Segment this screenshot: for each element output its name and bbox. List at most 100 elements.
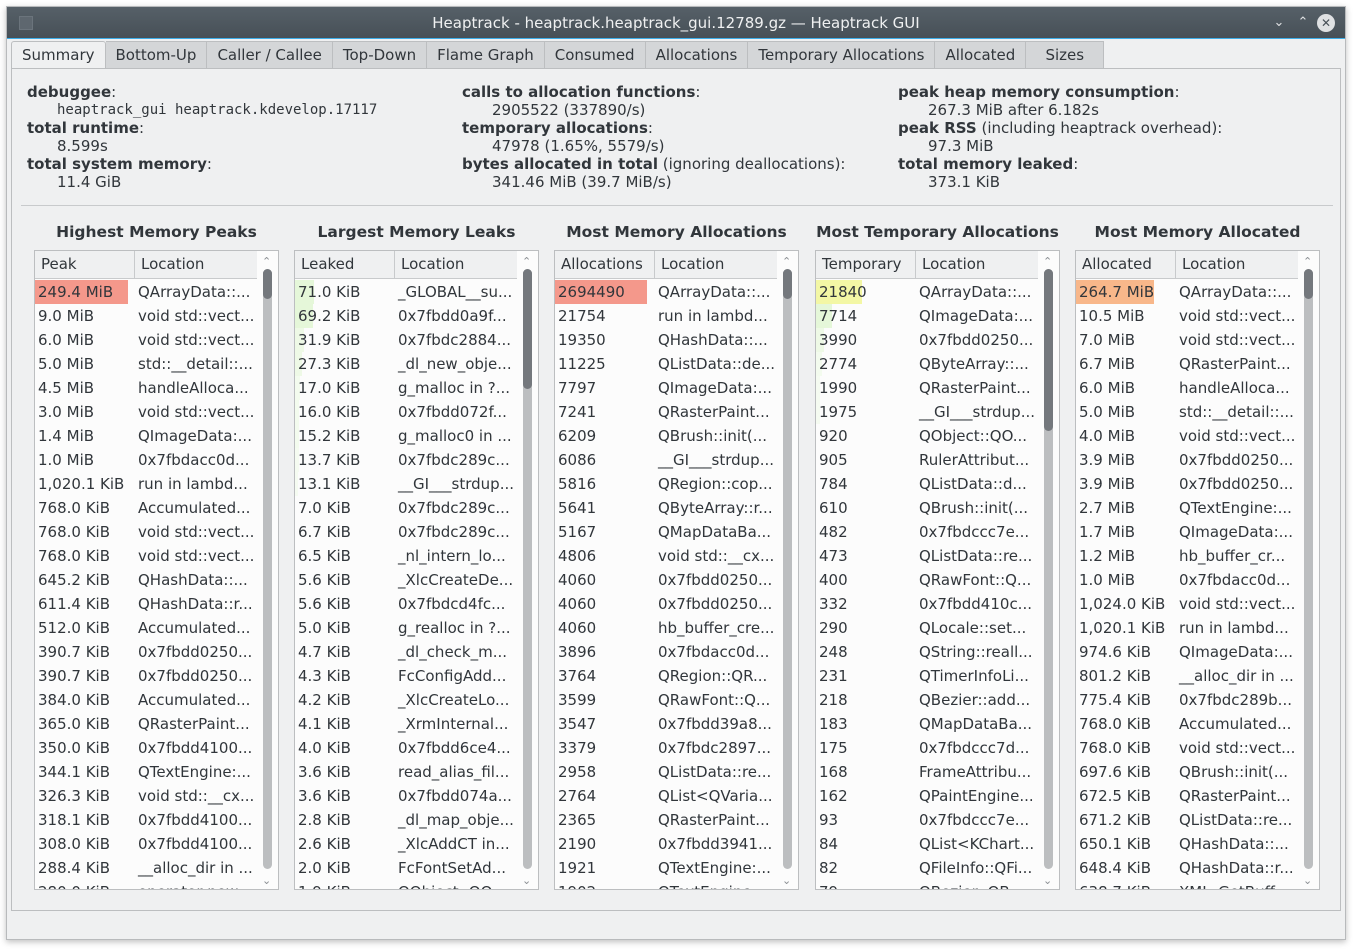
vertical-scrollbar[interactable]: ⌃ ⌄ [517, 251, 538, 889]
table-row[interactable]: 10.5 MiB void std::vect... [1076, 304, 1299, 328]
table-row[interactable]: 290 QLocale::set... [816, 616, 1039, 640]
column-header-value[interactable]: Temporary [816, 251, 916, 279]
column-header-value[interactable]: Allocations [555, 251, 655, 279]
table-row[interactable]: 82 QFileInfo::QFi... [816, 856, 1039, 880]
table-row[interactable]: 326.3 KiB void std::__cx... [35, 784, 258, 808]
table-row[interactable]: 611.4 KiB QHashData::r... [35, 592, 258, 616]
table-row[interactable]: 5.0 KiB g_realloc in ?... [295, 616, 518, 640]
table-row[interactable]: 231 QTimerInfoLi... [816, 664, 1039, 688]
table-row[interactable]: 4.0 MiB void std::vect... [1076, 424, 1299, 448]
table-row[interactable]: 21840 QArrayData::... [816, 280, 1039, 304]
table-row[interactable]: 9.0 MiB void std::vect... [35, 304, 258, 328]
table-row[interactable]: 84 QList<KChart... [816, 832, 1039, 856]
table-row[interactable]: 288.4 KiB __alloc_dir in ... [35, 856, 258, 880]
table-row[interactable]: 784 QListData::d... [816, 472, 1039, 496]
table-row[interactable]: 7.0 MiB void std::vect... [1076, 328, 1299, 352]
table-row[interactable]: 2.0 KiB FcFontSetAd... [295, 856, 518, 880]
vertical-scrollbar[interactable]: ⌃ ⌄ [1298, 251, 1319, 889]
table-row[interactable]: 365.0 KiB QRasterPaint... [35, 712, 258, 736]
table-row[interactable]: 7.0 KiB 0x7fbdc289c... [295, 496, 518, 520]
table-row[interactable]: 672.5 KiB QRasterPaint... [1076, 784, 1299, 808]
table-row[interactable]: 5.0 MiB std::__detail::... [1076, 400, 1299, 424]
table-view-leaks[interactable]: Leaked Location 71.0 KiB _GLOBAL__su... 69.2… [294, 250, 539, 890]
tab-consumed[interactable]: Consumed [544, 41, 646, 69]
minimize-icon[interactable]: ⌄ [1269, 13, 1289, 33]
table-row[interactable]: 768.0 KiB void std::vect... [35, 520, 258, 544]
table-row[interactable]: 2774 QByteArray::... [816, 352, 1039, 376]
table-row[interactable]: 974.6 KiB QImageData:... [1076, 640, 1299, 664]
vertical-scrollbar[interactable]: ⌃ ⌄ [777, 251, 798, 889]
scroll-up-icon[interactable]: ⌃ [1303, 255, 1312, 268]
table-row[interactable]: 801.2 KiB __alloc_dir in ... [1076, 664, 1299, 688]
title-bar[interactable]: Heaptrack - heaptrack.heaptrack_gui.1278… [7, 7, 1345, 39]
table-row[interactable]: 384.0 KiB Accumulated... [35, 688, 258, 712]
tab-summary[interactable]: Summary [11, 41, 106, 71]
tab-caller-callee[interactable]: Caller / Callee [207, 41, 333, 69]
scroll-thumb[interactable] [263, 269, 272, 299]
scroll-thumb[interactable] [523, 269, 532, 389]
table-row[interactable]: 697.6 KiB QBrush::init(... [1076, 760, 1299, 784]
table-row[interactable]: 4.5 MiB handleAlloca... [35, 376, 258, 400]
table-view-peaks[interactable]: Peak Location 249.4 MiB QArrayData::... 9.0 … [34, 250, 279, 890]
table-row[interactable]: 610 QBrush::init(... [816, 496, 1039, 520]
vertical-scrollbar[interactable]: ⌃ ⌄ [257, 251, 278, 889]
maximize-icon[interactable]: ⌃ [1293, 13, 1313, 33]
tab-bottom-up[interactable]: Bottom-Up [105, 41, 208, 69]
table-row[interactable]: 768.0 KiB void std::vect... [1076, 736, 1299, 760]
table-row[interactable]: 920 QObject::QO... [816, 424, 1039, 448]
table-row[interactable]: 4.0 KiB 0x7fbdd6ce4... [295, 736, 518, 760]
table-row[interactable]: 5.0 MiB std::__detail::... [35, 352, 258, 376]
scroll-down-icon[interactable]: ⌄ [1303, 874, 1312, 887]
table-view-temporary[interactable]: Temporary Location 21840 QArrayData::... 771… [815, 250, 1060, 890]
table-row[interactable]: 1.7 MiB QImageData:... [1076, 520, 1299, 544]
table-row[interactable]: 775.4 KiB 0x7fbdc289b... [1076, 688, 1299, 712]
tab-allocated[interactable]: Allocated [935, 41, 1027, 69]
table-row[interactable]: 3379 0x7fbdc2897... [555, 736, 778, 760]
table-row[interactable]: 3.6 KiB read_alias_fil... [295, 760, 518, 784]
table-row[interactable]: 768.0 KiB void std::vect... [35, 544, 258, 568]
scroll-down-icon[interactable]: ⌄ [522, 874, 531, 887]
table-row[interactable]: 2764 QList<QVaria... [555, 784, 778, 808]
table-row[interactable]: 6086 __GI___strdup... [555, 448, 778, 472]
column-header-value[interactable]: Leaked [295, 251, 395, 279]
column-header-location[interactable]: Location [655, 251, 778, 279]
table-row[interactable]: 1975 __GI___strdup... [816, 400, 1039, 424]
scroll-thumb[interactable] [1044, 269, 1053, 431]
table-row[interactable]: 1,020.1 KiB run in lambd... [1076, 616, 1299, 640]
table-row[interactable]: 4.7 KiB _dl_check_m... [295, 640, 518, 664]
table-row[interactable]: 1.0 MiB 0x7fbdacc0d... [35, 448, 258, 472]
table-row[interactable]: 3764 QRegion::QR... [555, 664, 778, 688]
table-row[interactable]: 4060 hb_buffer_cre... [555, 616, 778, 640]
table-row[interactable]: 344.1 KiB QTextEngine:... [35, 760, 258, 784]
table-row[interactable]: 400 QRawFont::Q... [816, 568, 1039, 592]
table-row[interactable]: 11225 QListData::de... [555, 352, 778, 376]
table-view-allocated[interactable]: Allocated Location 264.7 MiB QArrayData::..… [1075, 250, 1320, 890]
table-row[interactable]: 1902 QTextEngine... [555, 880, 778, 889]
tab-flame-graph[interactable]: Flame Graph [427, 41, 545, 69]
table-row[interactable]: 6209 QBrush::init(... [555, 424, 778, 448]
table-row[interactable]: 512.0 KiB Accumulated... [35, 616, 258, 640]
table-row[interactable]: 71.0 KiB _GLOBAL__su... [295, 280, 518, 304]
scroll-track[interactable] [783, 269, 792, 869]
table-row[interactable]: 3990 0x7fbdd0250... [816, 328, 1039, 352]
table-row[interactable]: 2.7 MiB QTextEngine:... [1076, 496, 1299, 520]
table-row[interactable]: 280.0 KiB operator new... [35, 880, 258, 889]
table-row[interactable]: 5641 QByteArray::r... [555, 496, 778, 520]
table-row[interactable]: 671.2 KiB QListData::re... [1076, 808, 1299, 832]
table-row[interactable]: 4806 void std::__cx... [555, 544, 778, 568]
table-row[interactable]: 1.0 MiB 0x7fbdacc0d... [1076, 568, 1299, 592]
tab-top-down[interactable]: Top-Down [332, 41, 428, 69]
table-row[interactable]: 162 QPaintEngine... [816, 784, 1039, 808]
table-row[interactable]: 2.6 KiB _XlcAddCT in... [295, 832, 518, 856]
table-row[interactable]: 332 0x7fbdd410c... [816, 592, 1039, 616]
table-row[interactable]: 2190 0x7fbdd3941... [555, 832, 778, 856]
table-row[interactable]: 6.0 MiB handleAlloca... [1076, 376, 1299, 400]
table-row[interactable]: 7241 QRasterPaint... [555, 400, 778, 424]
table-row[interactable]: 21754 run in lambd... [555, 304, 778, 328]
table-row[interactable]: 638.7 KiB XML_GetBuff... [1076, 880, 1299, 889]
table-row[interactable]: 13.1 KiB __GI___strdup... [295, 472, 518, 496]
table-row[interactable]: 69.2 KiB 0x7fbdd0a9f... [295, 304, 518, 328]
table-row[interactable]: 5.6 KiB _XlcCreateDe... [295, 568, 518, 592]
scroll-track[interactable] [1044, 269, 1053, 869]
table-row[interactable]: 248 QString::reall... [816, 640, 1039, 664]
